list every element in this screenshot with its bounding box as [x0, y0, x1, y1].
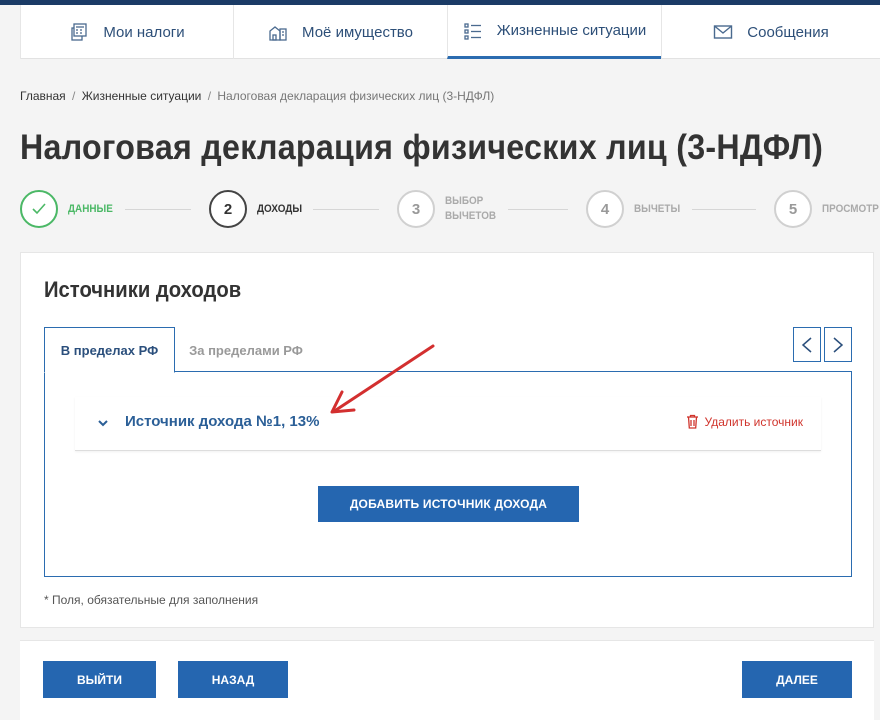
breadcrumb: Главная / Жизненные ситуации / Налоговая…: [20, 89, 494, 103]
step-connector: [125, 209, 191, 210]
step-label-line: ВЫЧЕТОВ: [445, 210, 497, 222]
bottom-action-bar: ВЫЙТИ НАЗАД ДАЛЕЕ: [20, 640, 874, 720]
wizard-steps: ДАННЫЕ 2 ДОХОДЫ 3 ВЫБОР ВЫЧЕТОВ 4 ВЫЧЕТЫ …: [20, 190, 880, 230]
nav-item-label: Моё имущество: [302, 23, 413, 41]
breadcrumb-current: Налоговая декларация физических лиц (3-Н…: [217, 89, 495, 103]
step-circle: 5: [774, 190, 812, 228]
nav-item-my-property[interactable]: Моё имущество: [233, 5, 447, 59]
nav-item-label: Сообщения: [747, 23, 829, 41]
step-label: ДАННЫЕ: [68, 202, 113, 215]
trash-icon: [686, 414, 698, 429]
breadcrumb-separator: /: [72, 89, 76, 103]
tab-outside-russia[interactable]: За пределами РФ: [181, 327, 311, 373]
calculator-icon: [69, 22, 89, 42]
step-review[interactable]: 5 ПРОСМОТР: [774, 190, 880, 228]
list-icon: [463, 21, 483, 41]
next-button[interactable]: ДАЛЕЕ: [742, 661, 852, 698]
tab-within-russia[interactable]: В пределах РФ: [44, 327, 175, 373]
step-label: ВЫБОР ВЫЧЕТОВ: [445, 194, 496, 224]
income-source-row: Источник дохода №1, 13% Удалить источник: [75, 397, 821, 451]
breadcrumb-link-home[interactable]: Главная: [20, 89, 66, 103]
envelope-icon: [713, 22, 733, 42]
step-deductions[interactable]: 4 ВЫЧЕТЫ: [586, 190, 685, 228]
checkmark-icon: [32, 203, 46, 215]
page-title: Налоговая декларация физических лиц (3-Н…: [20, 128, 824, 167]
breadcrumb-link-life-situations[interactable]: Жизненные ситуации: [82, 89, 202, 103]
step-label: ВЫЧЕТЫ: [634, 202, 681, 215]
step-label-line: ВЫБОР: [445, 195, 484, 207]
step-label: ПРОСМОТР: [822, 202, 879, 215]
required-fields-note: * Поля, обязательные для заполнения: [44, 593, 259, 607]
step-data[interactable]: ДАННЫЕ: [20, 190, 118, 228]
income-source-title[interactable]: Источник дохода №1, 13%: [125, 413, 319, 430]
step-deduction-choice[interactable]: 3 ВЫБОР ВЫЧЕТОВ: [397, 190, 502, 228]
chevron-down-icon[interactable]: [97, 417, 109, 429]
scroll-right-button[interactable]: [824, 327, 852, 362]
step-income[interactable]: 2 ДОХОДЫ: [209, 190, 307, 228]
step-circle: 2: [209, 190, 247, 228]
chevron-left-icon: [801, 336, 812, 353]
step-circle: [20, 190, 58, 228]
exit-button[interactable]: ВЫЙТИ: [43, 661, 156, 698]
step-circle: 3: [397, 190, 435, 228]
delete-source-button[interactable]: Удалить источник: [686, 414, 803, 429]
add-income-source-button[interactable]: ДОБАВИТЬ ИСТОЧНИК ДОХОДА: [318, 486, 579, 522]
nav-item-life-situations[interactable]: Жизненные ситуации: [447, 5, 661, 59]
chevron-right-icon: [833, 336, 844, 353]
main-nav: Мои налоги Моё имущество Жизненные ситуа…: [20, 5, 880, 59]
income-sources-card: Источники доходов В пределах РФ За преде…: [20, 252, 874, 628]
breadcrumb-separator: /: [207, 89, 212, 103]
scroll-left-button[interactable]: [793, 327, 821, 362]
back-button[interactable]: НАЗАД: [178, 661, 288, 698]
step-connector: [313, 209, 379, 210]
delete-source-label: Удалить источник: [704, 414, 803, 429]
step-connector: [508, 209, 568, 210]
section-title: Источники доходов: [44, 277, 242, 302]
step-label: ДОХОДЫ: [257, 202, 303, 215]
nav-item-my-taxes[interactable]: Мои налоги: [20, 5, 233, 59]
nav-item-label: Мои налоги: [103, 23, 185, 41]
step-circle: 4: [586, 190, 624, 228]
nav-item-label: Жизненные ситуации: [496, 22, 647, 39]
property-icon: [268, 22, 288, 42]
nav-item-messages[interactable]: Сообщения: [661, 5, 880, 59]
step-connector: [692, 209, 756, 210]
